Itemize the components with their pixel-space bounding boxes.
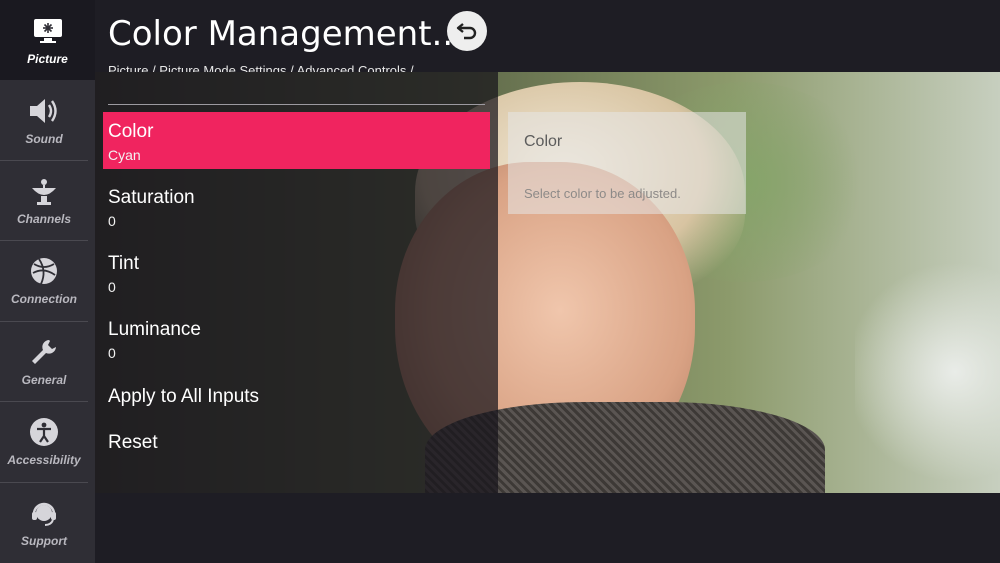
menu-item-label: Tint [108,253,139,274]
sidebar-item-support[interactable]: Support [0,482,88,562]
sidebar-item-label: Sound [25,132,63,146]
speaker-icon [27,94,61,128]
menu-item-tint[interactable]: Tint 0 [103,244,490,301]
sidebar-item-connection[interactable]: Connection [0,240,88,320]
menu-item-value: 0 [108,279,116,295]
menu-divider [108,104,485,105]
menu-item-saturation[interactable]: Saturation 0 [103,178,490,235]
sidebar-item-accessibility[interactable]: Accessibility [0,401,88,481]
sidebar-item-picture[interactable]: Picture [0,0,95,80]
help-info-box: Color Select color to be adjusted. [508,112,746,214]
sidebar-item-label: General [21,373,67,387]
picture-icon [31,14,65,48]
menu-item-luminance[interactable]: Luminance 0 [103,310,490,367]
page-title: Color Management... [108,14,464,54]
menu-item-label: Saturation [108,187,195,208]
menu-item-label: Luminance [108,319,201,340]
sidebar-item-general[interactable]: General [0,321,88,401]
menu-item-apply-to-all-inputs[interactable]: Apply to All Inputs [103,378,490,418]
back-arrow-icon [456,22,478,40]
settings-sidebar: Picture Sound Channels Connection Genera… [0,0,95,563]
menu-item-value: 0 [108,345,116,361]
help-title: Color [524,133,563,150]
menu-item-label: Color [108,121,154,142]
back-button[interactable] [447,11,487,51]
sidebar-item-channels[interactable]: Channels [0,160,88,240]
globe-icon [27,254,61,288]
sidebar-item-sound[interactable]: Sound [0,80,88,160]
sidebar-item-label: Accessibility [7,453,81,467]
menu-item-value: Cyan [108,147,141,163]
wrench-icon [27,335,61,369]
help-description: Select color to be adjusted. [524,186,681,201]
menu-item-label: Apply to All Inputs [108,386,260,407]
menu-item-reset[interactable]: Reset [103,424,490,464]
sidebar-item-label: Channels [16,212,71,226]
menu-item-label: Reset [108,432,158,453]
headset-icon [27,496,61,530]
sidebar-item-label: Support [21,534,67,548]
sidebar-item-label: Connection [11,292,77,306]
sidebar-item-label: Picture [27,52,68,66]
menu-item-value: 0 [108,213,116,229]
accessibility-icon [27,415,61,449]
menu-item-color[interactable]: Color Cyan [103,112,490,169]
satellite-dish-icon [27,174,61,208]
